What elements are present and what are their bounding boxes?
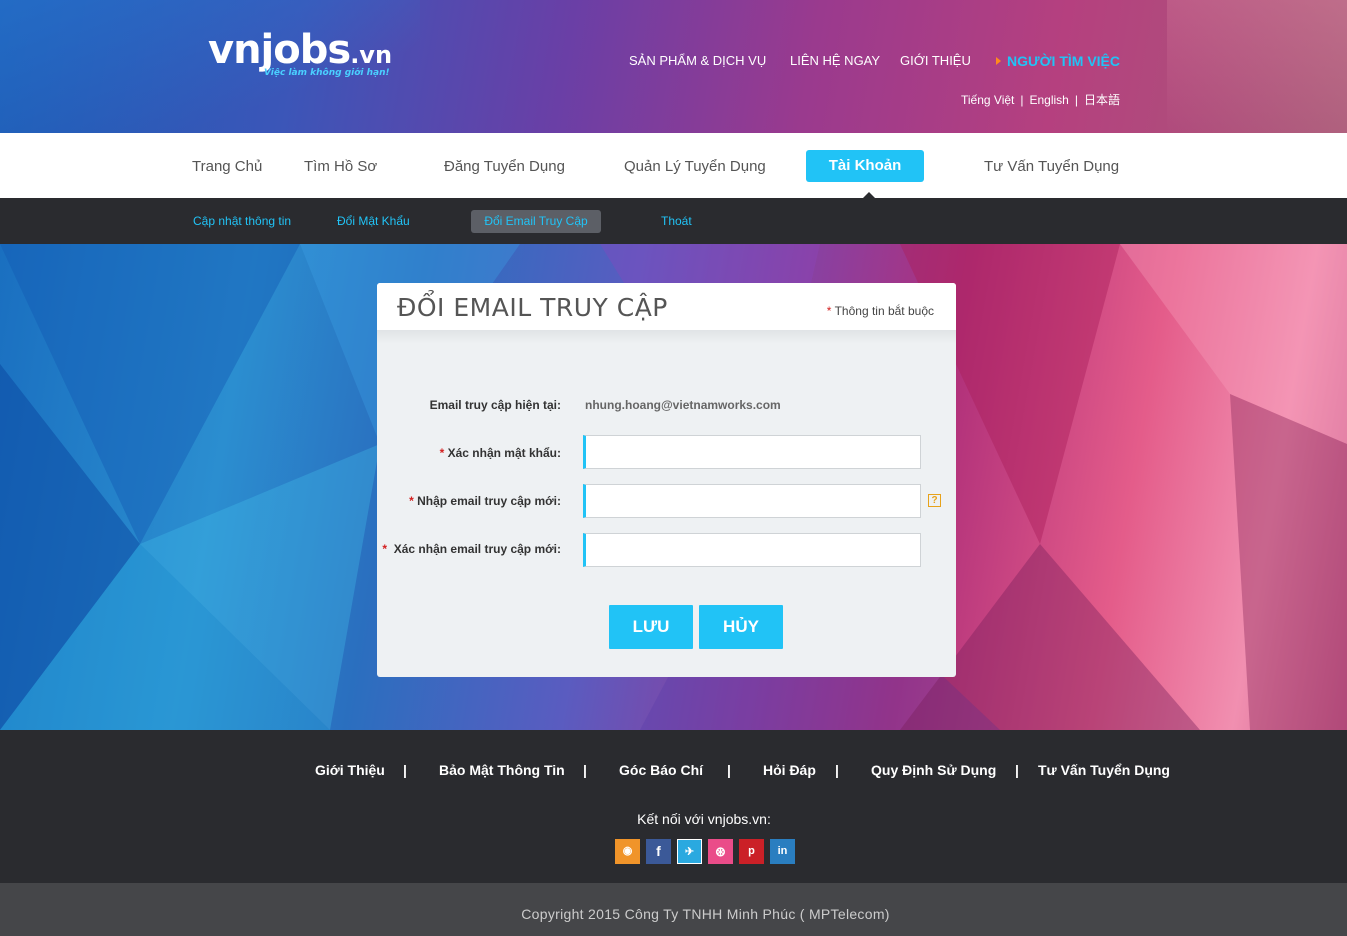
current-email-label: Email truy cập hiện tại: bbox=[429, 398, 561, 412]
required-note-text: Thông tin bắt buộc bbox=[834, 304, 934, 318]
header-decor bbox=[1167, 0, 1347, 133]
required-star: * bbox=[409, 494, 414, 508]
facebook-icon[interactable]: f bbox=[646, 839, 671, 864]
nav-post-job[interactable]: Đăng Tuyển Dụng bbox=[444, 158, 565, 175]
confirm-new-email-label-text: Xác nhận email truy cập mới: bbox=[393, 542, 561, 556]
required-star: * bbox=[382, 542, 388, 556]
footer-separator: | bbox=[835, 762, 839, 778]
connect-text: Kết nối với vnjobs.vn: bbox=[637, 811, 771, 827]
subnav-change-password[interactable]: Đổi Mật Khẩu bbox=[337, 214, 410, 228]
subnav-logout[interactable]: Thoát bbox=[661, 214, 692, 228]
confirm-password-input[interactable] bbox=[583, 435, 921, 469]
twitter-icon[interactable]: ✈ bbox=[677, 839, 702, 864]
cancel-button[interactable]: HỦY bbox=[699, 605, 783, 649]
required-star: * bbox=[826, 304, 832, 318]
footer-separator: | bbox=[1015, 762, 1019, 778]
footer-link-press[interactable]: Góc Báo Chí bbox=[619, 762, 703, 778]
required-star: * bbox=[439, 446, 445, 460]
subnav-change-email[interactable]: Đổi Email Truy Cập bbox=[471, 210, 601, 233]
footer-link-about[interactable]: Giới Thiệu bbox=[315, 762, 385, 778]
logo-main-text: vnjobs bbox=[208, 27, 351, 73]
form-header-shadow bbox=[377, 330, 956, 344]
subnav-update-info[interactable]: Cập nhật thông tin bbox=[193, 214, 291, 228]
lang-separator: | bbox=[1020, 93, 1024, 107]
footer-link-faq[interactable]: Hỏi Đáp bbox=[763, 762, 816, 778]
nav-home[interactable]: Trang Chủ bbox=[192, 158, 262, 175]
lang-vietnamese[interactable]: Tiếng Việt bbox=[961, 93, 1014, 107]
footer-link-advice[interactable]: Tư Vấn Tuyển Dụng bbox=[1038, 762, 1170, 778]
form-title: ĐỔI EMAIL TRUY CẬP bbox=[397, 293, 668, 322]
footer-link-privacy[interactable]: Bảo Mật Thông Tin bbox=[439, 762, 565, 778]
topnav-contact[interactable]: LIÊN HỆ NGAY bbox=[790, 53, 880, 68]
nav-find-resume[interactable]: Tìm Hồ Sơ bbox=[304, 158, 377, 175]
nav-recruitment-advice[interactable]: Tư Vấn Tuyển Dụng bbox=[984, 158, 1119, 175]
footer-separator: | bbox=[727, 762, 731, 778]
rss-icon[interactable]: ◉ bbox=[615, 839, 640, 864]
logo-tagline: Việc làm không giới hạn! bbox=[264, 68, 390, 78]
confirm-new-email-input[interactable] bbox=[583, 533, 921, 567]
topnav-about[interactable]: GIỚI THIỆU bbox=[900, 53, 971, 68]
new-email-label-text: Nhập email truy cập mới: bbox=[417, 494, 561, 508]
new-email-label: * Nhập email truy cập mới: bbox=[311, 494, 561, 508]
logo-domain-text: .vn bbox=[350, 41, 393, 69]
footer: Giới Thiệu | Bảo Mật Thông Tin | Góc Báo… bbox=[0, 730, 1347, 883]
footer-separator: | bbox=[403, 762, 407, 778]
pinterest-icon[interactable]: p bbox=[739, 839, 764, 864]
confirm-password-label: * Xác nhận mật khẩu: bbox=[311, 446, 561, 460]
confirm-password-label-text: Xác nhận mật khẩu: bbox=[447, 446, 561, 460]
required-note: * Thông tin bắt buộc bbox=[827, 304, 934, 318]
sub-nav: Cập nhật thông tin Đổi Mật Khẩu Thoát bbox=[0, 198, 1347, 244]
nav-account[interactable]: Tài Khoản bbox=[806, 150, 924, 182]
footer-separator: | bbox=[583, 762, 587, 778]
nav-manage-jobs[interactable]: Quản Lý Tuyển Dụng bbox=[624, 158, 766, 175]
footer-link-terms[interactable]: Quy Định Sử Dụng bbox=[871, 762, 996, 778]
save-button[interactable]: LƯU bbox=[609, 605, 693, 649]
new-email-input[interactable] bbox=[583, 484, 921, 518]
copyright-bar: Copyright 2015 Công Ty TNHH Minh Phúc ( … bbox=[0, 883, 1347, 936]
topnav-jobseeker[interactable]: NGƯỜI TÌM VIỆC bbox=[1007, 53, 1120, 69]
topnav-products[interactable]: SẢN PHẨM & DỊCH VỤ bbox=[629, 53, 766, 68]
logo[interactable]: vnjobs.vn Việc làm không giới hạn! bbox=[208, 27, 393, 78]
dribbble-icon[interactable]: ⊛ bbox=[708, 839, 733, 864]
current-email-value: nhung.hoang@vietnamworks.com bbox=[585, 398, 781, 412]
lang-english[interactable]: English bbox=[1030, 93, 1069, 107]
lang-japanese[interactable]: 日本語 bbox=[1084, 93, 1120, 107]
confirm-new-email-label: * Xác nhận email truy cập mới: bbox=[311, 542, 561, 556]
help-icon[interactable]: ? bbox=[928, 494, 941, 507]
lang-separator: | bbox=[1074, 93, 1078, 107]
copyright-text: Copyright 2015 Công Ty TNHH Minh Phúc ( … bbox=[521, 906, 890, 922]
change-email-form: ĐỔI EMAIL TRUY CẬP * Thông tin bắt buộc … bbox=[377, 283, 956, 677]
main-nav: Trang Chủ Tìm Hồ Sơ Đăng Tuyển Dụng Quản… bbox=[0, 133, 1347, 198]
language-switcher: Tiếng Việt | English | 日本語 bbox=[961, 91, 1120, 108]
caret-right-icon bbox=[996, 57, 1001, 65]
linkedin-icon[interactable]: in bbox=[770, 839, 795, 864]
